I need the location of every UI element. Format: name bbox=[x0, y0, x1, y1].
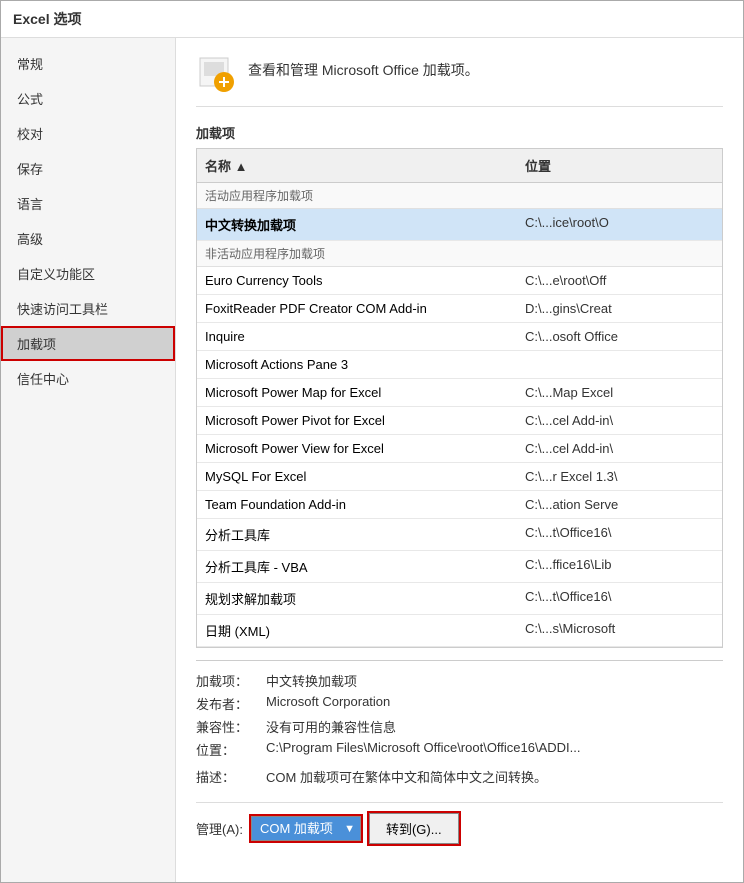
table-header-row: 名称 ▲ 位置 bbox=[197, 149, 722, 183]
row-name: 日期 (XML) bbox=[197, 618, 517, 643]
table-row[interactable]: Microsoft Power Pivot for Excel C:\...ce… bbox=[197, 407, 722, 435]
row-name: Microsoft Power Pivot for Excel bbox=[197, 410, 517, 431]
table-row[interactable]: FoxitReader PDF Creator COM Add-in D:\..… bbox=[197, 295, 722, 323]
col-header-name: 名称 ▲ bbox=[197, 153, 517, 178]
row-location: C:\...ice\root\O bbox=[517, 212, 722, 237]
detail-location: 位置： C:\Program Files\Microsoft Office\ro… bbox=[196, 740, 723, 759]
dialog-title: Excel 选项 bbox=[1, 1, 743, 38]
details-area: 加载项： 中文转换加载项 发布者： Microsoft Corporation … bbox=[196, 660, 723, 786]
header-title: 查看和管理 Microsoft Office 加载项。 bbox=[248, 54, 479, 81]
row-name: Microsoft Actions Pane 3 bbox=[197, 354, 517, 375]
table-row[interactable]: Microsoft Power View for Excel C:\...cel… bbox=[197, 435, 722, 463]
row-location bbox=[517, 354, 722, 375]
row-name: Microsoft Power View for Excel bbox=[197, 438, 517, 459]
row-location: C:\...cel Add-in\ bbox=[517, 438, 722, 459]
row-name: Euro Currency Tools bbox=[197, 270, 517, 291]
row-name: Microsoft Power Map for Excel bbox=[197, 382, 517, 403]
row-name: 分析工具库 bbox=[197, 522, 517, 547]
bottom-bar: 管理(A): COM 加载项 Excel 加载项 禁用项目 ▼ 转到(G)... bbox=[196, 802, 723, 844]
table-row[interactable]: Microsoft Power Map for Excel C:\...Map … bbox=[197, 379, 722, 407]
detail-addin-value: 中文转换加载项 bbox=[266, 671, 723, 690]
detail-compat: 兼容性： 没有可用的兼容性信息 bbox=[196, 717, 723, 736]
row-location: C:\...cel Add-in\ bbox=[517, 410, 722, 431]
sidebar-item-常规[interactable]: 常规 bbox=[1, 46, 175, 81]
group-inactive-label: 非活动应用程序加载项 bbox=[197, 241, 722, 267]
row-name: Team Foundation Add-in bbox=[197, 494, 517, 515]
table-row[interactable]: 规划求解加载项 C:\...t\Office16\ bbox=[197, 583, 722, 615]
sidebar-item-快速访问工具栏[interactable]: 快速访问工具栏 bbox=[1, 291, 175, 326]
row-name: 中文转换加载项 bbox=[197, 212, 517, 237]
table-row[interactable]: MySQL For Excel C:\...r Excel 1.3\ bbox=[197, 463, 722, 491]
group-active-label: 活动应用程序加载项 bbox=[197, 183, 722, 209]
row-location: C:\...osoft Office bbox=[517, 326, 722, 347]
goto-button[interactable]: 转到(G)... bbox=[369, 813, 459, 844]
detail-desc-label: 描述： bbox=[196, 767, 266, 786]
manage-select[interactable]: COM 加载项 Excel 加载项 禁用项目 bbox=[251, 816, 361, 841]
sidebar-item-公式[interactable]: 公式 bbox=[1, 81, 175, 116]
table-row[interactable]: 分析工具库 - VBA C:\...ffice16\Lib bbox=[197, 551, 722, 583]
detail-publisher: 发布者： Microsoft Corporation bbox=[196, 694, 723, 713]
detail-location-label: 位置： bbox=[196, 740, 266, 759]
row-location: C:\...e\root\Off bbox=[517, 270, 722, 291]
row-location: C:\...t\Office16\ bbox=[517, 586, 722, 611]
detail-publisher-value: Microsoft Corporation bbox=[266, 694, 723, 713]
row-name: Inquire bbox=[197, 326, 517, 347]
sidebar-item-语言[interactable]: 语言 bbox=[1, 186, 175, 221]
sidebar-item-高级[interactable]: 高级 bbox=[1, 221, 175, 256]
row-location: C:\...s\Microsoft bbox=[517, 618, 722, 643]
row-location: C:\...r Excel 1.3\ bbox=[517, 466, 722, 487]
row-name: 分析工具库 - VBA bbox=[197, 554, 517, 579]
col-header-location: 位置 bbox=[517, 153, 722, 178]
row-name: MySQL For Excel bbox=[197, 466, 517, 487]
sidebar-item-信任中心[interactable]: 信任中心 bbox=[1, 361, 175, 396]
table-row[interactable]: 中文转换加载项 C:\...ice\root\O bbox=[197, 209, 722, 241]
table-row[interactable]: Team Foundation Add-in C:\...ation Serve bbox=[197, 491, 722, 519]
office-addins-icon bbox=[196, 54, 236, 94]
dialog-body: 常规公式校对保存语言高级自定义功能区快速访问工具栏加载项信任中心 查看和管理 M… bbox=[1, 38, 743, 882]
table-row[interactable]: Euro Currency Tools C:\...e\root\Off bbox=[197, 267, 722, 295]
manage-label: 管理(A): bbox=[196, 819, 243, 838]
sidebar-item-加载项[interactable]: 加载项 bbox=[1, 326, 175, 361]
main-content: 查看和管理 Microsoft Office 加载项。 加载项 名称 ▲ 位置 … bbox=[176, 38, 743, 882]
sidebar-item-保存[interactable]: 保存 bbox=[1, 151, 175, 186]
detail-publisher-label: 发布者： bbox=[196, 694, 266, 713]
detail-compat-label: 兼容性： bbox=[196, 717, 266, 736]
row-location: C:\...ation Serve bbox=[517, 494, 722, 515]
sidebar-item-校对[interactable]: 校对 bbox=[1, 116, 175, 151]
detail-compat-value: 没有可用的兼容性信息 bbox=[266, 717, 723, 736]
row-location: C:\...t\Office16\ bbox=[517, 522, 722, 547]
sidebar: 常规公式校对保存语言高级自定义功能区快速访问工具栏加载项信任中心 bbox=[1, 38, 176, 882]
table-row[interactable]: Microsoft Actions Pane 3 bbox=[197, 351, 722, 379]
table-row[interactable]: 分析工具库 C:\...t\Office16\ bbox=[197, 519, 722, 551]
addins-table: 名称 ▲ 位置 活动应用程序加载项 中文转换加载项 C:\...ice\root… bbox=[196, 148, 723, 648]
excel-options-dialog: Excel 选项 常规公式校对保存语言高级自定义功能区快速访问工具栏加载项信任中… bbox=[0, 0, 744, 883]
detail-desc-value: COM 加载项可在繁体中文和简体中文之间转换。 bbox=[266, 767, 723, 786]
detail-desc: 描述： COM 加载项可在繁体中文和简体中文之间转换。 bbox=[196, 767, 723, 786]
header-area: 查看和管理 Microsoft Office 加载项。 bbox=[196, 54, 723, 107]
table-row[interactable]: Inquire C:\...osoft Office bbox=[197, 323, 722, 351]
manage-select-wrapper[interactable]: COM 加载项 Excel 加载项 禁用项目 ▼ bbox=[251, 816, 361, 841]
table-row[interactable]: 日期 (XML) C:\...s\Microsoft bbox=[197, 615, 722, 647]
sidebar-item-自定义功能区[interactable]: 自定义功能区 bbox=[1, 256, 175, 291]
row-name: FoxitReader PDF Creator COM Add-in bbox=[197, 298, 517, 319]
detail-location-value: C:\Program Files\Microsoft Office\root\O… bbox=[266, 740, 723, 759]
section-title: 加载项 bbox=[196, 123, 723, 142]
row-location: C:\...Map Excel bbox=[517, 382, 722, 403]
detail-addin-label: 加载项： bbox=[196, 671, 266, 690]
detail-addin: 加载项： 中文转换加载项 bbox=[196, 671, 723, 690]
row-name: 规划求解加载项 bbox=[197, 586, 517, 611]
row-location: C:\...ffice16\Lib bbox=[517, 554, 722, 579]
row-location: D:\...gins\Creat bbox=[517, 298, 722, 319]
